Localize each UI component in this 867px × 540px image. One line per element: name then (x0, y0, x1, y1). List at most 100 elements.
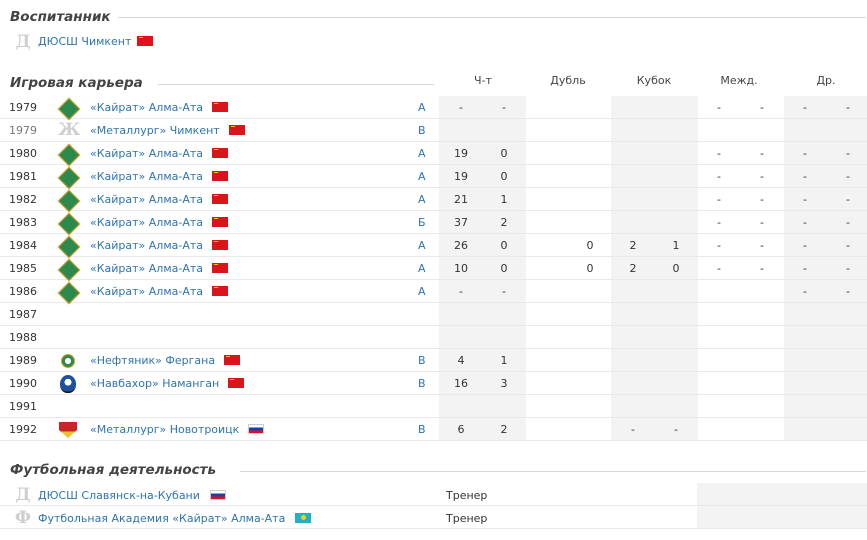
activity-letter-icon: Д (15, 485, 31, 505)
neftyanik-emblem-icon (61, 354, 75, 368)
career-year: 1984 (9, 239, 37, 252)
career-club-link[interactable]: «Кайрат» Алма-Ата (90, 285, 203, 298)
career-league-level[interactable]: В (418, 377, 426, 390)
career-stat-i2: - (760, 101, 764, 114)
career-stat-l1: 19 (454, 147, 468, 160)
career-club-link[interactable]: «Металлург» Чимкент (90, 124, 220, 137)
row-divider (0, 348, 867, 349)
career-year: 1987 (9, 308, 37, 321)
ussr-flag-icon (212, 240, 229, 250)
career-stat-c2: - (674, 423, 678, 436)
navbahor-emblem-icon (60, 375, 76, 393)
career-stat-l1: 10 (454, 262, 468, 275)
career-stat-o2: - (846, 239, 850, 252)
career-league-level[interactable]: А (418, 193, 426, 206)
career-league-level[interactable]: В (418, 423, 426, 436)
row-divider (0, 394, 867, 395)
career-stat-l2: 0 (500, 239, 508, 252)
career-stat-l2: 1 (500, 193, 508, 206)
career-stat-l2: - (502, 101, 506, 114)
kairat-emblem-icon (57, 235, 81, 259)
career-stat-l1: - (459, 101, 463, 114)
career-league-level[interactable]: А (418, 147, 426, 160)
career-club-link[interactable]: «Нефтяник» Фергана (90, 354, 215, 367)
career-year: 1980 (9, 147, 37, 160)
career-stat-l2: 1 (500, 354, 508, 367)
career-year: 1989 (9, 354, 37, 367)
career-league-level[interactable]: А (418, 285, 426, 298)
activity-role: Тренер (446, 512, 488, 525)
career-club-link[interactable]: «Навбахор» Наманган (90, 377, 219, 390)
career-club-link[interactable]: «Кайрат» Алма-Ата (90, 147, 203, 160)
career-stat-l2: 0 (500, 170, 508, 183)
career-stat-o1: - (803, 147, 807, 160)
ussr-flag-icon (224, 355, 241, 365)
career-club-link[interactable]: «Кайрат» Алма-Ата (90, 216, 203, 229)
youth-club-link[interactable]: ДЮСШ Чимкент (38, 35, 131, 48)
career-club-link[interactable]: «Кайрат» Алма-Ата (90, 170, 203, 183)
activity-club-link[interactable]: ДЮСШ Славянск-на-Кубани (38, 489, 200, 502)
ussr-flag-icon (212, 217, 229, 227)
row-divider (0, 210, 867, 211)
ussr-flag-icon (212, 263, 229, 273)
career-stat-i1: - (717, 239, 721, 252)
section-title-activity: Футбольная деятельность (10, 462, 217, 478)
career-year: 1992 (9, 423, 37, 436)
ussr-flag-icon (228, 125, 245, 135)
career-stat-l1: 4 (457, 354, 465, 367)
career-stat-l1: 19 (454, 170, 468, 183)
career-stat-o2: - (846, 170, 850, 183)
activity-role: Тренер (446, 489, 488, 502)
career-stat-c1: 2 (629, 262, 637, 275)
career-league-level[interactable]: А (418, 170, 426, 183)
career-stat-i2: - (760, 170, 764, 183)
career-year: 1991 (9, 400, 37, 413)
career-stat-i1: - (717, 147, 721, 160)
kazakhstan-flag-icon (295, 513, 312, 523)
career-club-link[interactable]: «Кайрат» Алма-Ата (90, 239, 203, 252)
career-stat-c2: 0 (672, 262, 680, 275)
career-stat-l2: 2 (500, 216, 508, 229)
career-stat-o1: - (803, 101, 807, 114)
kairat-emblem-icon (57, 97, 81, 121)
club-letter-icon: Ж (58, 120, 81, 140)
row-divider (0, 417, 867, 418)
career-stat-c1: 2 (629, 239, 637, 252)
career-stat-c1: - (631, 423, 635, 436)
career-club-link[interactable]: «Металлург» Новотроицк (90, 423, 239, 436)
career-stat-c2: 1 (672, 239, 680, 252)
kairat-emblem-icon (57, 281, 81, 305)
career-stat-o2: - (846, 216, 850, 229)
career-stat-o1: - (803, 170, 807, 183)
row-divider (0, 371, 867, 372)
career-stat-o2: - (846, 101, 850, 114)
career-league-level[interactable]: А (418, 101, 426, 114)
career-club-link[interactable]: «Кайрат» Алма-Ата (90, 193, 203, 206)
kairat-emblem-icon (57, 258, 81, 282)
activity-club-link[interactable]: Футбольная Академия «Кайрат» Алма-Ата (38, 512, 285, 525)
career-stat-r2: 0 (586, 239, 594, 252)
row-divider (0, 233, 867, 234)
career-stat-o2: - (846, 193, 850, 206)
career-league-level[interactable]: А (418, 262, 426, 275)
youth-letter-icon: Д (15, 32, 31, 52)
career-stat-i2: - (760, 262, 764, 275)
ussr-flag-icon (228, 378, 245, 388)
career-stat-l1: 21 (454, 193, 468, 206)
career-year: 1981 (9, 170, 37, 183)
career-year: 1986 (9, 285, 37, 298)
ussr-flag-icon (212, 148, 229, 158)
row-divider (0, 141, 867, 142)
career-league-level[interactable]: Б (418, 216, 426, 229)
career-club-link[interactable]: «Кайрат» Алма-Ата (90, 101, 203, 114)
career-stat-o2: - (846, 285, 850, 298)
kairat-emblem-icon (57, 189, 81, 213)
ussr-flag-icon (212, 286, 229, 296)
divider (158, 84, 434, 85)
career-club-link[interactable]: «Кайрат» Алма-Ата (90, 262, 203, 275)
career-league-level[interactable]: А (418, 239, 426, 252)
activity-letter-icon: Ф (14, 508, 32, 528)
career-league-level[interactable]: В (418, 354, 426, 367)
russia-flag-icon (209, 490, 226, 500)
career-league-level[interactable]: В (418, 124, 426, 137)
